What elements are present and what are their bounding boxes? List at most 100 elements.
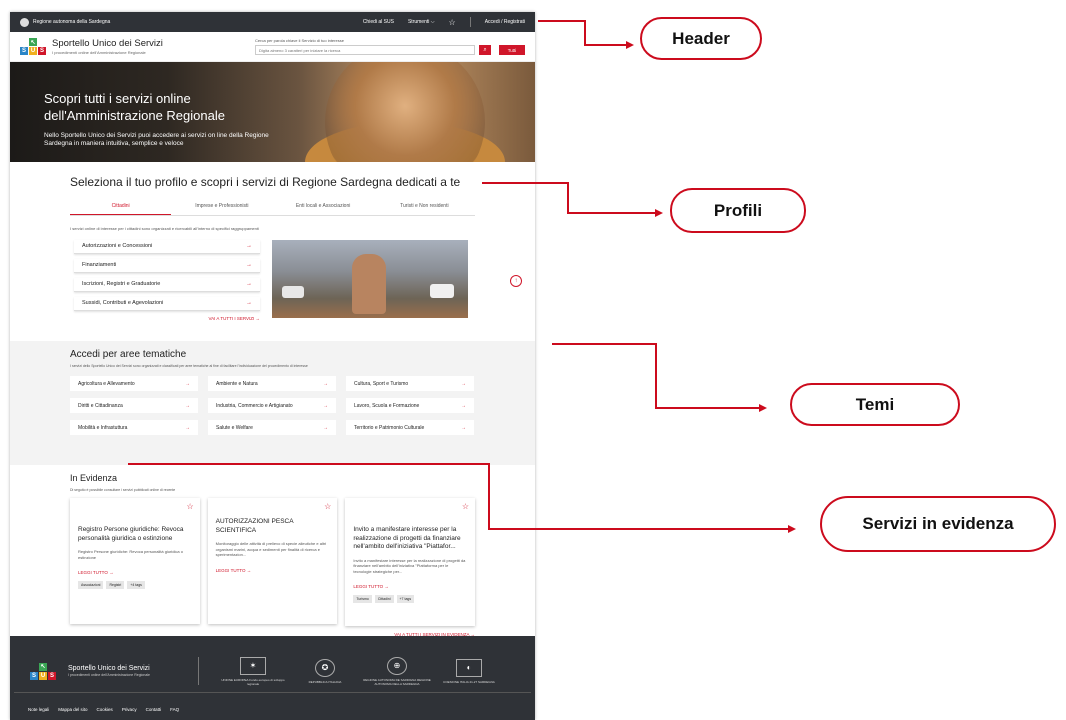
all-services-link[interactable]: VAI A TUTTI I SERVIZI → — [70, 316, 260, 321]
arrow-right-icon: → — [323, 424, 328, 431]
connector-line — [488, 528, 788, 530]
theme-item[interactable]: Salute e Welfare → — [208, 420, 336, 435]
theme-label: Lavoro, Scuola e Formazione — [354, 402, 420, 409]
theme-label: Industria, Commercio e Artigianato — [216, 402, 293, 409]
card-body: Invito a manifestare interesse per la re… — [353, 557, 466, 574]
connector-line — [567, 182, 569, 214]
annotation-temi: Temi — [790, 383, 960, 426]
search-input[interactable] — [255, 45, 475, 55]
evidenza-desc: Di seguito è possibile consultare i serv… — [70, 488, 176, 492]
theme-label: Ambiente e Natura — [216, 380, 258, 387]
card-title: AUTORIZZAZIONI PESCA SCIENTIFICA — [215, 518, 294, 534]
tag[interactable]: Turismo — [353, 595, 372, 603]
scroll-up-icon[interactable]: ↑ — [510, 275, 522, 287]
arrowhead-icon — [626, 41, 634, 49]
connector-line — [482, 182, 568, 184]
profili-section: Seleziona il tuo profilo e scopri i serv… — [10, 175, 535, 321]
evidenza-title: In Evidenza — [70, 473, 118, 483]
service-card[interactable]: ☆ Invito a manifestare interesse per la … — [345, 498, 475, 626]
tag[interactable]: Registri — [106, 581, 125, 589]
coesione-logo-icon: ◐ — [456, 658, 482, 677]
search-icon[interactable]: ⌕ — [479, 45, 491, 55]
logo-letter: S — [48, 671, 56, 680]
tag[interactable]: Cittadini — [374, 595, 394, 603]
sardinia-emblem-icon: ⊕ — [387, 656, 407, 675]
star-icon[interactable]: ☆ — [324, 502, 331, 511]
footer-title: Sportello Unico dei Servizi — [68, 665, 150, 672]
strumenti-menu[interactable]: Strumenti ⌵ — [408, 19, 435, 25]
logo-letter: S — [38, 47, 46, 55]
footer-link[interactable]: Contatti — [146, 707, 162, 712]
list-item[interactable]: Iscrizioni, Registri e Graduatorie → — [74, 278, 260, 292]
theme-item[interactable]: Mobilità e Infrastuttura → — [70, 420, 198, 435]
arrow-right-icon: → — [461, 424, 466, 431]
temi-grid: Agricoltura e Allevamento → Ambiente e Na… — [70, 376, 475, 435]
theme-label: Cultura, Sport e Turismo — [354, 380, 409, 387]
temi-section: Accedi per aree tematiche I servizi dell… — [10, 341, 535, 465]
service-card[interactable]: ☆ Registro Persone giuridiche: Revoca pe… — [70, 498, 200, 624]
tab-enti[interactable]: Enti locali e Associazioni — [273, 203, 374, 215]
logo-arrow-icon: ↖ — [39, 662, 47, 671]
star-icon[interactable]: ☆ — [462, 502, 469, 511]
service-card[interactable]: ☆ AUTORIZZAZIONI PESCA SCIENTIFICA Monit… — [208, 498, 338, 624]
theme-item[interactable]: Territorio e Patrimonio Culturale → — [346, 420, 474, 435]
sus-logo: ↖ SUS — [30, 662, 56, 680]
star-icon[interactable]: ☆ — [187, 502, 194, 511]
logo-letter: S — [20, 47, 28, 55]
footer-brand[interactable]: ↖ SUS Sportello Unico dei Servizi I proce… — [30, 662, 180, 680]
connector-line — [584, 20, 586, 46]
tab-turisti[interactable]: Turisti e Non residenti — [374, 203, 475, 215]
tab-cittadini[interactable]: Cittadini — [70, 203, 172, 215]
profili-desc: I servizi online di interesse per i citt… — [70, 226, 259, 231]
theme-item[interactable]: Lavoro, Scuola e Formazione → — [346, 398, 474, 413]
footer-subtitle: I procedimenti online dell'Amministrazio… — [68, 673, 150, 677]
arrow-right-icon: → — [246, 281, 252, 287]
theme-item[interactable]: Cultura, Sport e Turismo → — [346, 376, 474, 391]
theme-item[interactable]: Ambiente e Natura → — [208, 376, 336, 391]
tag[interactable]: +4 tags — [127, 581, 145, 589]
list-item[interactable]: Autorizzazioni e Concessioni → — [74, 240, 260, 254]
card-title: Registro Persone giuridiche: Revoca pers… — [78, 526, 184, 542]
all-button[interactable]: Tutti — [499, 45, 525, 55]
annotation-header: Header — [640, 17, 762, 60]
tab-imprese[interactable]: Imprese e Professionisti — [171, 203, 272, 215]
connector-line — [655, 407, 759, 409]
read-more-link[interactable]: LEGGI TUTTO → — [78, 570, 192, 575]
profile-image — [272, 239, 468, 318]
footer-link[interactable]: Cookies — [97, 707, 113, 712]
annotation-servizi-evidenza: Servizi in evidenza — [820, 496, 1056, 552]
read-more-link[interactable]: LEGGI TUTTO → — [353, 584, 467, 589]
arrow-right-icon: → — [461, 402, 466, 409]
chiedi-link[interactable]: Chiedi al SUS — [363, 19, 394, 25]
list-item[interactable]: Sussidi, Contributi e Agevolazioni → — [74, 297, 260, 311]
footer-link[interactable]: Mappa del sito — [58, 707, 87, 712]
footer-link[interactable]: FAQ — [170, 707, 179, 712]
logo-letter: S — [30, 671, 38, 680]
read-more-link[interactable]: LEGGI TUTTO → — [216, 568, 330, 573]
theme-item[interactable]: Agricoltura e Allevamento → — [70, 376, 198, 391]
site-title[interactable]: Sportello Unico dei Servizi — [52, 38, 255, 49]
profile-service-list: Autorizzazioni e Concessioni → Finanziame… — [70, 240, 260, 321]
hero-title-line2: dell'Amministrazione Regionale — [44, 108, 225, 123]
theme-label: Diritti e Cittadinanza — [78, 402, 123, 409]
connector-line — [567, 212, 655, 214]
region-link[interactable]: Regione autonoma della Sardegna — [20, 17, 363, 27]
tag[interactable]: +7 tags — [396, 595, 415, 603]
partner-logo: ◐ COESIONE ITALIA 21-27 SARDEGNA — [433, 658, 505, 684]
partner-text: UNIONE EUROPEA Fondo europeo di sviluppo… — [221, 677, 285, 686]
footer-link[interactable]: Privacy — [122, 707, 137, 712]
login-link[interactable]: Accedi / Registrati — [485, 19, 525, 25]
divider — [198, 657, 199, 685]
hero-banner: Scopri tutti i servizi online dell'Ammin… — [10, 62, 535, 162]
theme-item[interactable]: Diritti e Cittadinanza → — [70, 398, 198, 413]
footer-link[interactable]: Note legali — [28, 707, 49, 712]
arrow-right-icon: → — [323, 402, 328, 409]
connector-line — [655, 343, 657, 409]
sus-logo[interactable]: ↖ SUS — [20, 38, 46, 55]
theme-item[interactable]: Industria, Commercio e Artigianato → — [208, 398, 336, 413]
list-item[interactable]: Finanziamenti → — [74, 259, 260, 273]
tag[interactable]: Associazioni — [78, 581, 104, 589]
item-label: Iscrizioni, Registri e Graduatorie — [82, 281, 161, 287]
star-icon[interactable]: ☆ — [449, 18, 456, 27]
logo-arrow-icon: ↖ — [29, 38, 37, 46]
